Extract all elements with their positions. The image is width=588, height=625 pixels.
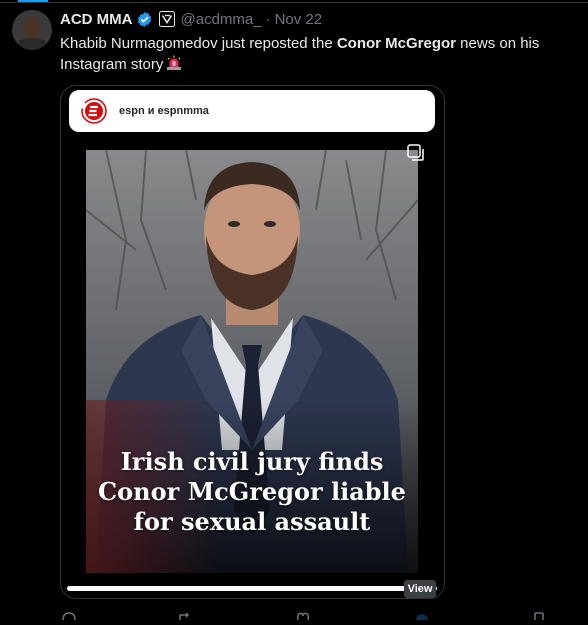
tweet-text-part1: Khabib Nurmagomedov just reposted the xyxy=(60,35,337,52)
meta-separator: · xyxy=(265,10,271,28)
views-icon[interactable] xyxy=(415,607,429,625)
view-button[interactable]: View xyxy=(404,580,436,598)
bookmark-icon[interactable] xyxy=(532,607,546,625)
like-icon[interactable] xyxy=(296,607,310,625)
story-headline: Irish civil jury finds Conor McGregor li… xyxy=(86,447,418,537)
story-progress-bar xyxy=(67,586,437,591)
multi-image-icon xyxy=(407,144,425,162)
tweet-text: Khabib Nurmagomedov just reposted the Co… xyxy=(60,33,565,77)
tweet-action-bar xyxy=(60,604,575,625)
headline-line-3: for sexual assault xyxy=(133,507,371,536)
verified-badge-icon xyxy=(136,11,153,28)
tweet-text-bold: Conor McGregor xyxy=(336,35,457,52)
story-photo[interactable]: Irish civil jury finds Conor McGregor li… xyxy=(86,150,418,573)
top-divider xyxy=(0,2,588,3)
display-name[interactable]: ACD MMA xyxy=(60,11,133,28)
avatar[interactable] xyxy=(12,10,52,50)
espn-logo-icon xyxy=(81,98,107,124)
tweet-date[interactable]: Nov 22 xyxy=(275,11,323,28)
user-handle[interactable]: @acdmma_ xyxy=(181,11,262,28)
reply-icon[interactable] xyxy=(62,607,76,625)
retweet-icon[interactable] xyxy=(178,607,192,625)
story-account-name: espn и espnmma xyxy=(119,105,209,117)
headline-line-2: Conor McGregor liable xyxy=(98,477,406,506)
siren-emoji-icon xyxy=(166,55,182,77)
story-header: espn и espnmma xyxy=(69,90,435,132)
tweet-header: ACD MMA @acdmma_ · Nov 22 xyxy=(60,9,322,29)
media-card[interactable]: espn и espnmma Irish civil jury finds Co… xyxy=(60,85,445,599)
affiliation-badge-icon[interactable] xyxy=(158,11,175,27)
headline-line-1: Irish civil jury finds xyxy=(120,447,384,476)
